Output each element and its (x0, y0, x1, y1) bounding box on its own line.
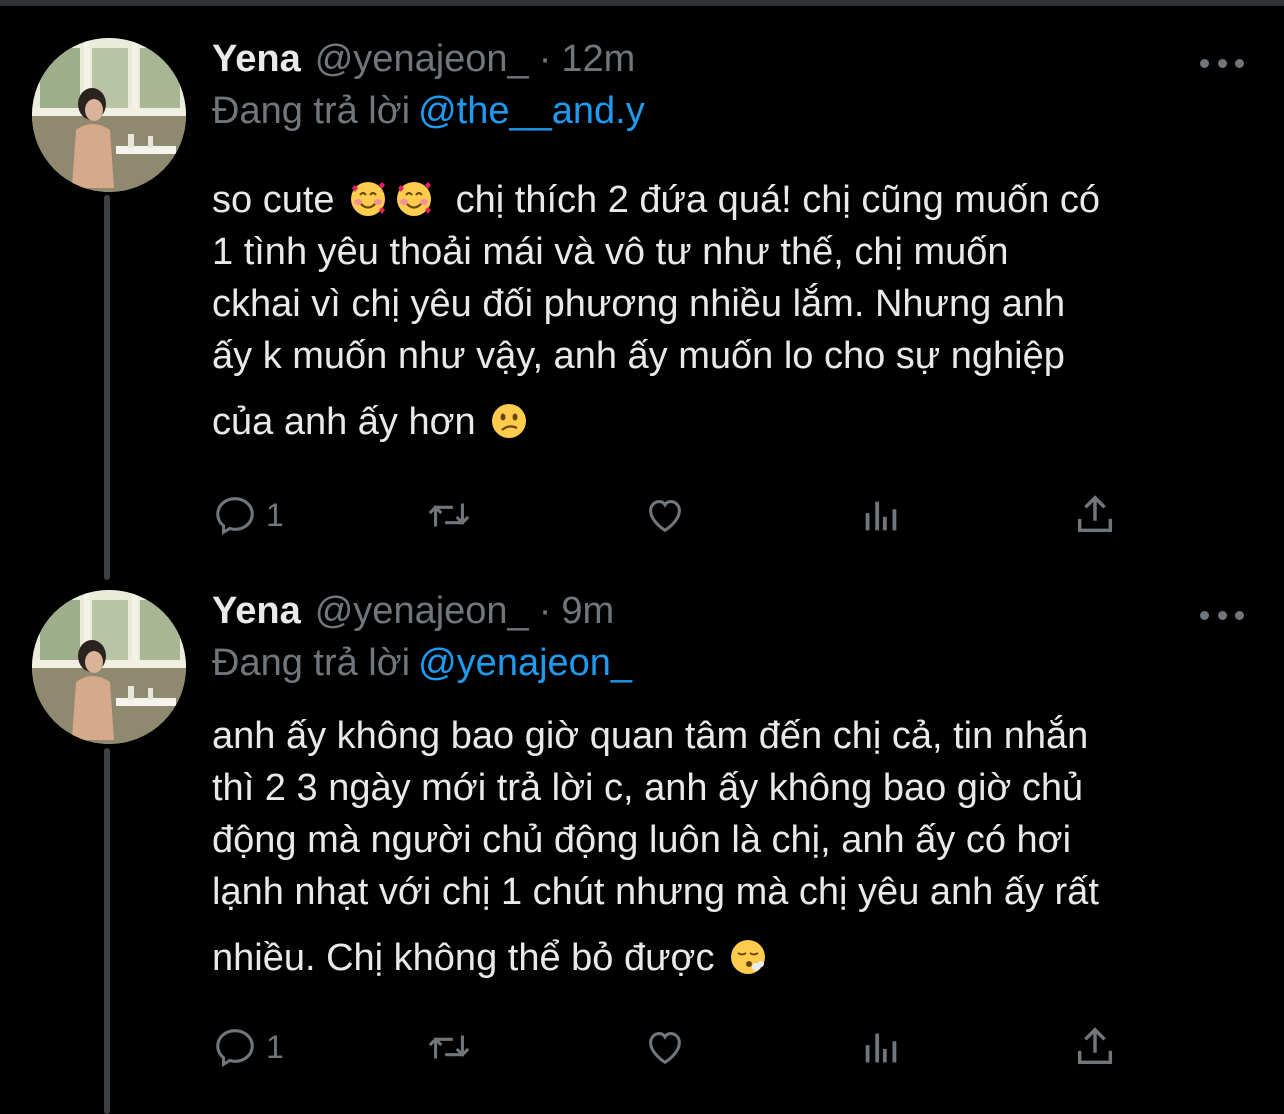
smiling-face-with-hearts-icon (395, 180, 433, 218)
username[interactable]: @yenajeon_ (315, 590, 529, 633)
timestamp[interactable]: 12m (561, 38, 635, 81)
like-button[interactable] (642, 490, 688, 540)
tweet-text-line: so cute chị thích 2 đứa quá! chị cũng mu… (212, 179, 1101, 221)
tweet-text-line: ấy k muốn như vậy, anh ấy muốn lo cho sự… (212, 335, 1065, 377)
retweet-icon (428, 1035, 470, 1059)
analytics-button[interactable] (858, 1022, 904, 1072)
like-button[interactable] (642, 1022, 688, 1072)
replying-to-label: Đang trả lời (212, 90, 411, 132)
mention-link[interactable]: @the__and.y (418, 90, 645, 132)
more-options-icon[interactable] (1200, 608, 1244, 622)
mention-link[interactable]: @yenajeon_ (418, 642, 632, 684)
retweet-button[interactable] (426, 1022, 472, 1072)
share-button[interactable] (1072, 490, 1118, 540)
tweet-text: anh ấy không bao giờ quan tâm đến chị cả… (212, 710, 1262, 984)
reply-icon (216, 497, 254, 535)
replying-to-label: Đang trả lời (212, 642, 411, 684)
tweet-text-line: 1 tình yêu thoải mái và vô tư như thế, c… (212, 231, 1009, 273)
timestamp[interactable]: 9m (561, 590, 614, 633)
tweet-text-line: nhiều. Chị không thể bỏ được (212, 932, 1262, 984)
retweet-button[interactable] (426, 490, 472, 540)
username[interactable]: @yenajeon_ (315, 38, 529, 81)
top-divider (0, 0, 1284, 10)
face-exhaling-icon (729, 938, 767, 976)
smiling-face-with-hearts-icon (349, 180, 387, 218)
tweet-header: Yena @yenajeon_ · 12m (212, 38, 635, 88)
thread-connector-line (104, 748, 110, 1114)
reply-count: 1 (266, 496, 284, 533)
share-icon (1077, 1027, 1113, 1065)
thread-connector-line (104, 195, 110, 580)
like-icon (649, 500, 681, 533)
reply-count: 1 (266, 1028, 284, 1065)
tweet-text-line: động mà người chủ động luôn là chị, anh … (212, 819, 1072, 861)
display-name[interactable]: Yena (212, 38, 301, 81)
tweet-text-line: lạnh nhạt với chị 1 chút nhưng mà chị yê… (212, 871, 1099, 913)
tweet-text-line: thì 2 3 ngày mới trả lời c, anh ấy không… (212, 767, 1084, 809)
tweet-text: so cute chị thích 2 đứa quá! chị cũng mu… (212, 174, 1262, 448)
reply-button[interactable]: 1 (212, 490, 284, 540)
separator-dot: · (538, 590, 552, 632)
tweet-text-line: anh ấy không bao giờ quan tâm đến chị cả… (212, 715, 1089, 757)
display-name[interactable]: Yena (212, 590, 301, 633)
avatar[interactable] (32, 590, 186, 744)
tweet-text-line: của anh ấy hơn (212, 396, 1262, 448)
avatar[interactable] (32, 38, 186, 192)
confused-face-icon (490, 402, 528, 440)
analytics-icon (865, 1033, 897, 1063)
share-icon (1077, 495, 1113, 533)
replying-to: Đang trả lời @the__and.y (212, 90, 645, 133)
tweet-text-line: ckhai vì chị yêu đối phương nhiều lắm. N… (212, 283, 1066, 325)
reply-button[interactable]: 1 (212, 1022, 284, 1072)
tweet-actions: 1 (212, 490, 1132, 540)
like-icon (649, 1032, 681, 1065)
share-button[interactable] (1072, 1022, 1118, 1072)
reply-icon (216, 1029, 254, 1067)
analytics-button[interactable] (858, 490, 904, 540)
replying-to: Đang trả lời @yenajeon_ (212, 642, 632, 685)
tweet-header: Yena @yenajeon_ · 9m (212, 590, 614, 640)
more-options-icon[interactable] (1200, 56, 1244, 70)
analytics-icon (865, 501, 897, 531)
tweet-actions: 1 (212, 1022, 1132, 1072)
separator-dot: · (538, 38, 552, 80)
retweet-icon (428, 503, 470, 527)
